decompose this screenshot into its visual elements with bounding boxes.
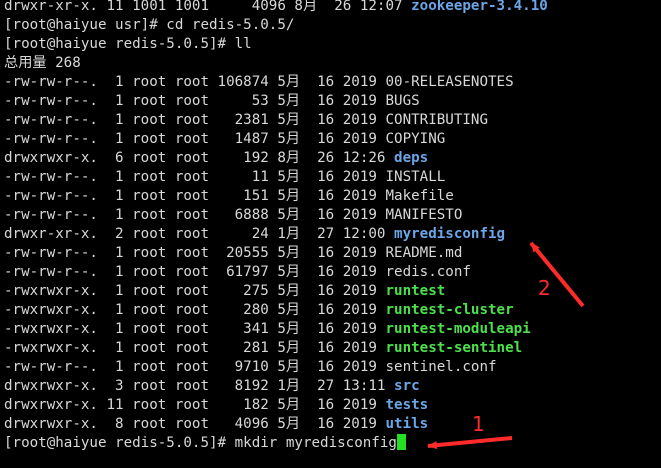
terminal-line: drwxrwxr-x. 11 root root 182 5月 16 2019 …	[4, 396, 661, 415]
terminal-line: -rw-rw-r--. 1 root root 61797 5月 16 2019…	[4, 263, 661, 282]
line-text: -rwxrwxr-x. 1 root root 281 5月 16 2019	[4, 340, 386, 356]
line-text: drwxr-xr-x. 11 1001 1001 4096 8月 26 12:0…	[4, 0, 412, 14]
terminal-line: drwxr-xr-x. 11 1001 1001 4096 8月 26 12:0…	[4, 0, 661, 16]
file-name: 00-RELEASENOTES	[385, 74, 514, 90]
line-text: drwxrwxr-x. 8 root root 4096 5月 16 2019	[4, 416, 386, 432]
file-name: Makefile	[385, 188, 454, 204]
terminal-line: -rwxrwxr-x. 1 root root 280 5月 16 2019 r…	[4, 301, 661, 320]
line-text: -rwxrwxr-x. 1 root root 275 5月 16 2019	[4, 283, 386, 299]
terminal-line: drwxrwxr-x. 6 root root 192 8月 26 12:26 …	[4, 149, 661, 168]
file-name: README.md	[385, 245, 463, 261]
directory-name: utils	[385, 416, 429, 432]
terminal-line: -rwxrwxr-x. 1 root root 281 5月 16 2019 r…	[4, 339, 661, 358]
terminal-line: -rw-rw-r--. 1 root root 20555 5月 16 2019…	[4, 244, 661, 263]
line-text: [root@haiyue redis-5.0.5]# mkdir myredis…	[4, 435, 397, 451]
directory-name: zookeeper-3.4.10	[411, 0, 548, 14]
line-text: -rw-rw-r--. 1 root root 6888 5月 16 2019	[4, 207, 386, 223]
directory-name: src	[394, 378, 420, 394]
line-text: drwxrwxr-x. 6 root root 192 8月 26 12:26	[4, 150, 395, 166]
annotation-label-2: 2	[538, 276, 551, 300]
terminal-line: -rw-rw-r--. 1 root root 53 5月 16 2019 BU…	[4, 92, 661, 111]
executable-name: runtest-sentinel	[385, 340, 523, 356]
line-text: -rw-rw-r--. 1 root root 61797 5月 16 2019	[4, 264, 386, 280]
terminal-line: -rw-rw-r--. 1 root root 1487 5月 16 2019 …	[4, 130, 661, 149]
line-text: -rw-rw-r--. 1 root root 11 5月 16 2019	[4, 169, 386, 185]
line-text: -rw-rw-r--. 1 root root 20555 5月 16 2019	[4, 245, 386, 261]
line-text: -rwxrwxr-x. 1 root root 280 5月 16 2019	[4, 302, 386, 318]
terminal-line: -rw-rw-r--. 1 root root 106874 5月 16 201…	[4, 73, 661, 92]
line-text: -rw-rw-r--. 1 root root 1487 5月 16 2019	[4, 131, 386, 147]
terminal-line: drwxrwxr-x. 8 root root 4096 5月 16 2019 …	[4, 415, 661, 434]
line-text: -rw-rw-r--. 1 root root 2381 5月 16 2019	[4, 112, 386, 128]
line-text: 总用量 268	[4, 55, 81, 71]
terminal-line: -rw-rw-r--. 1 root root 6888 5月 16 2019 …	[4, 206, 661, 225]
directory-name: tests	[385, 397, 429, 413]
file-name: INSTALL	[385, 169, 446, 185]
command-prompt-line[interactable]: [root@haiyue redis-5.0.5]# mkdir myredis…	[4, 434, 661, 453]
terminal-line: -rw-rw-r--. 1 root root 151 5月 16 2019 M…	[4, 187, 661, 206]
terminal-line: -rwxrwxr-x. 1 root root 275 5月 16 2019 r…	[4, 282, 661, 301]
executable-name: runtest-cluster	[385, 302, 514, 318]
terminal-line: -rw-rw-r--. 1 root root 9710 5月 16 2019 …	[4, 358, 661, 377]
terminal-line: drwxr-xr-x. 2 root root 24 1月 27 12:00 m…	[4, 225, 661, 244]
line-text: [root@haiyue usr]# cd redis-5.0.5/	[4, 17, 295, 33]
terminal-line: drwxrwxr-x. 3 root root 8192 1月 27 13:11…	[4, 377, 661, 396]
file-name: MANIFESTO	[385, 207, 463, 223]
terminal-cursor	[396, 434, 406, 450]
file-name: BUGS	[385, 93, 420, 109]
terminal-output[interactable]: drwxr-xr-x. 11 1001 1001 4096 8月 26 12:0…	[0, 0, 661, 468]
terminal-line: [root@haiyue usr]# cd redis-5.0.5/	[4, 16, 661, 35]
line-text: -rw-rw-r--. 1 root root 9710 5月 16 2019	[4, 359, 386, 375]
directory-name: myredisconfig	[394, 226, 506, 242]
executable-name: runtest	[385, 283, 446, 299]
file-name: COPYING	[385, 131, 446, 147]
line-text: -rw-rw-r--. 1 root root 53 5月 16 2019	[4, 93, 386, 109]
file-name: redis.conf	[385, 264, 471, 280]
terminal-line: -rwxrwxr-x. 1 root root 341 5月 16 2019 r…	[4, 320, 661, 339]
file-name: CONTRIBUTING	[385, 112, 488, 128]
line-text: drwxrwxr-x. 11 root root 182 5月 16 2019	[4, 397, 386, 413]
file-name: sentinel.conf	[385, 359, 497, 375]
terminal-line: [root@haiyue redis-5.0.5]# ll	[4, 35, 661, 54]
line-text: -rw-rw-r--. 1 root root 151 5月 16 2019	[4, 188, 386, 204]
executable-name: runtest-moduleapi	[385, 321, 531, 337]
directory-name: deps	[394, 150, 429, 166]
line-text: [root@haiyue redis-5.0.5]# ll	[4, 36, 252, 52]
terminal-line: -rw-rw-r--. 1 root root 11 5月 16 2019 IN…	[4, 168, 661, 187]
annotation-label-1: 1	[472, 412, 485, 436]
line-text: -rw-rw-r--. 1 root root 106874 5月 16 201…	[4, 74, 386, 90]
line-text: drwxr-xr-x. 2 root root 24 1月 27 12:00	[4, 226, 395, 242]
line-text: drwxrwxr-x. 3 root root 8192 1月 27 13:11	[4, 378, 395, 394]
terminal-line: -rw-rw-r--. 1 root root 2381 5月 16 2019 …	[4, 111, 661, 130]
line-text: -rwxrwxr-x. 1 root root 341 5月 16 2019	[4, 321, 386, 337]
terminal-line: 总用量 268	[4, 54, 661, 73]
